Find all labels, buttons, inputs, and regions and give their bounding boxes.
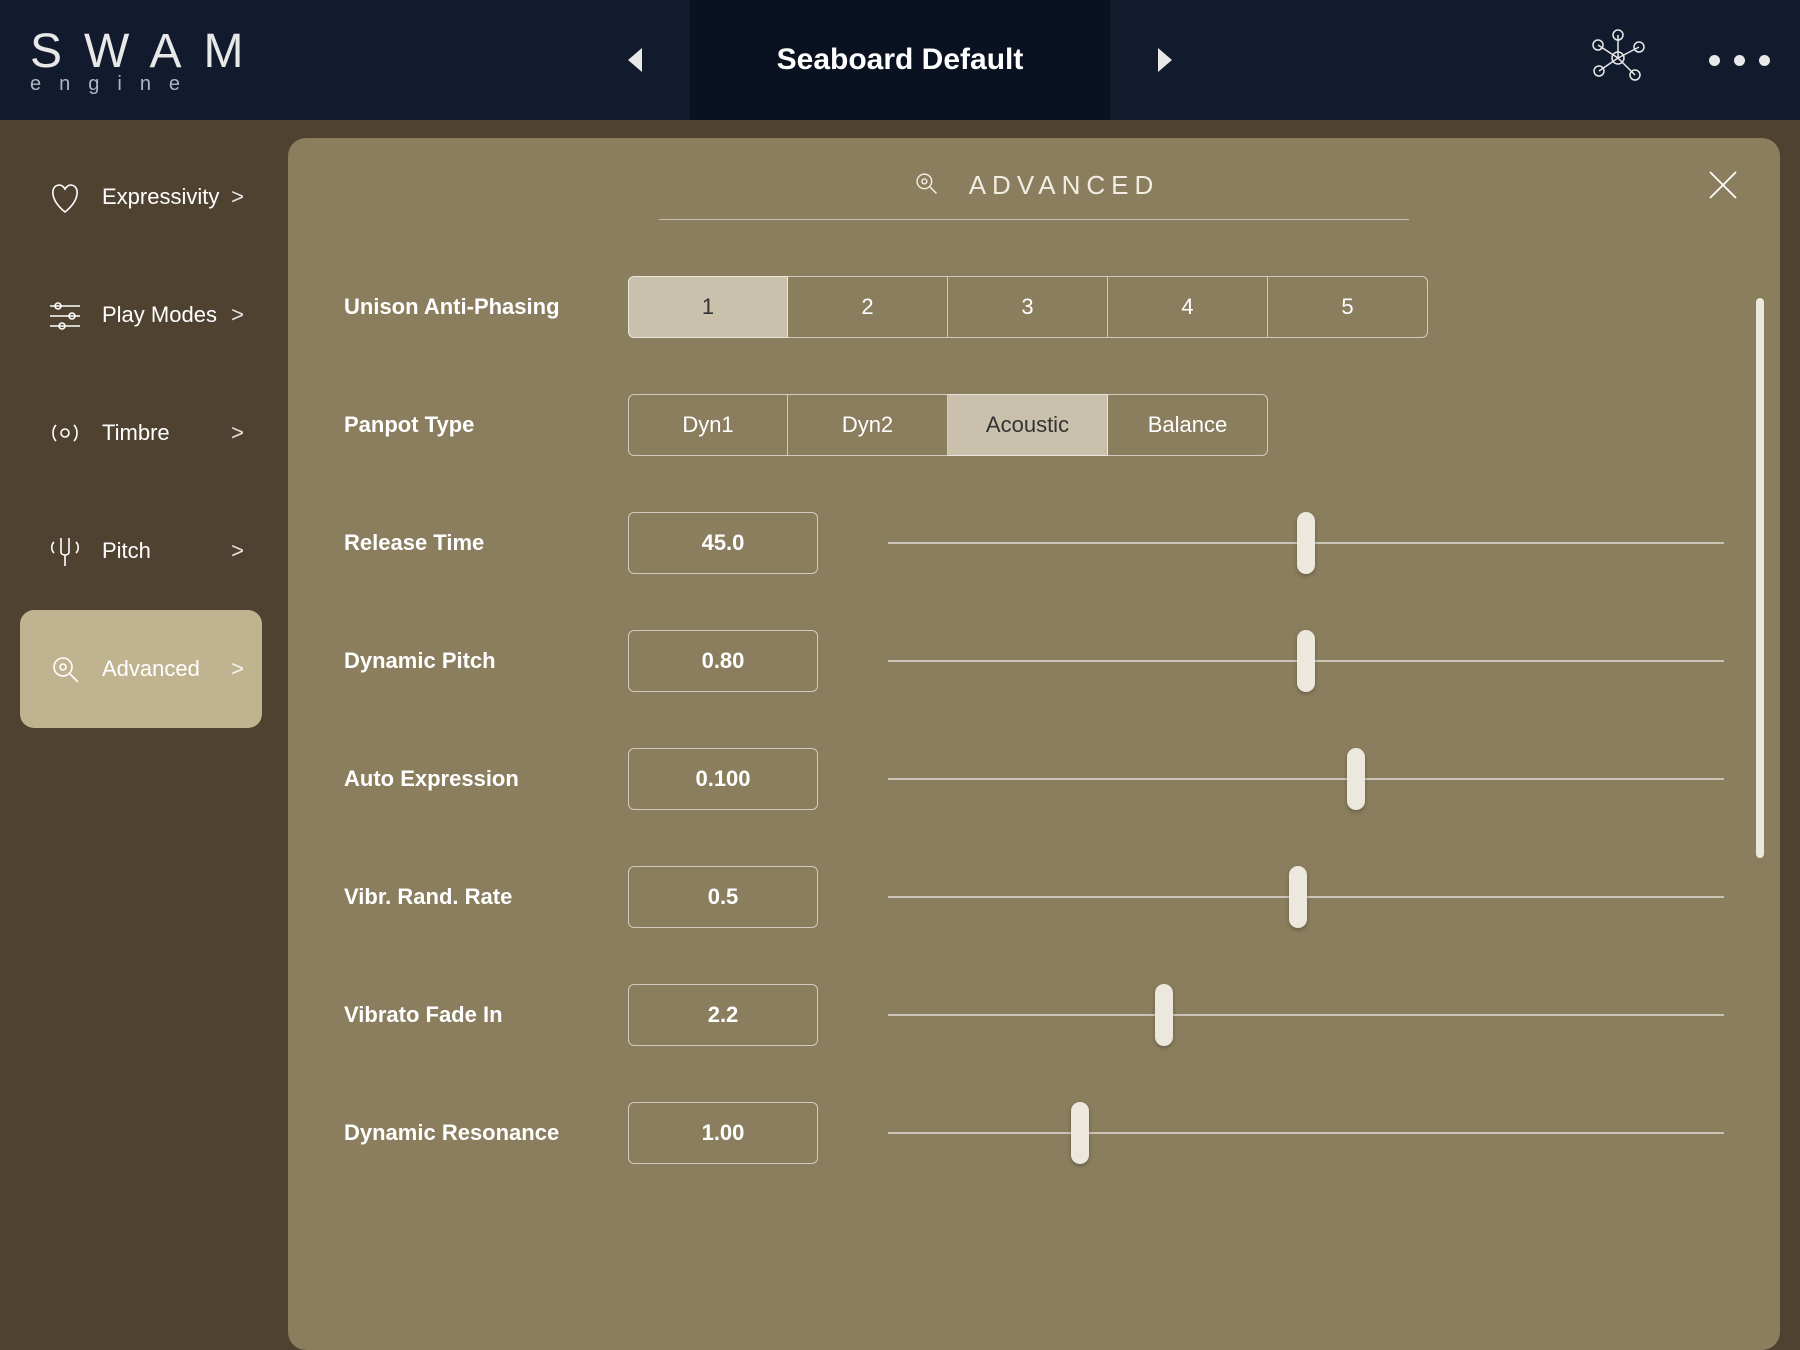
tuning-fork-icon xyxy=(42,528,88,574)
chevron-right-icon: > xyxy=(231,656,244,682)
chevron-right-icon: > xyxy=(231,302,244,328)
row-param: Dynamic Resonance1.00 xyxy=(344,1102,1724,1164)
sidebar-item-timbre[interactable]: Timbre > xyxy=(20,374,262,492)
unison-option-2[interactable]: 2 xyxy=(788,276,948,338)
row-param: Dynamic Pitch0.80 xyxy=(344,630,1724,692)
heart-icon xyxy=(42,174,88,220)
unison-option-3[interactable]: 3 xyxy=(948,276,1108,338)
param-value-box[interactable]: 0.5 xyxy=(628,866,818,928)
sidebar-item-label: Play Modes xyxy=(102,302,231,328)
preset-next-button[interactable] xyxy=(1110,0,1220,120)
chevron-right-icon: > xyxy=(231,538,244,564)
unison-option-5[interactable]: 5 xyxy=(1268,276,1428,338)
row-unison: Unison Anti-Phasing 12345 xyxy=(344,276,1724,338)
slider-thumb[interactable] xyxy=(1071,1102,1089,1164)
param-value-box[interactable]: 1.00 xyxy=(628,1102,818,1164)
slider-thumb[interactable] xyxy=(1297,512,1315,574)
slider-thumb[interactable] xyxy=(1289,866,1307,928)
preset-title[interactable]: Seaboard Default xyxy=(690,0,1110,120)
more-menu-button[interactable] xyxy=(1709,55,1770,66)
unison-option-4[interactable]: 4 xyxy=(1108,276,1268,338)
param-label: Vibr. Rand. Rate xyxy=(344,884,628,910)
row-param: Vibr. Rand. Rate0.5 xyxy=(344,866,1724,928)
sidebar-item-play-modes[interactable]: Play Modes > xyxy=(20,256,262,374)
sidebar-item-advanced[interactable]: Advanced > xyxy=(20,610,262,728)
sidebar-item-label: Pitch xyxy=(102,538,231,564)
param-label: Release Time xyxy=(344,530,628,556)
param-slider[interactable] xyxy=(888,866,1724,928)
top-right-controls xyxy=(1587,27,1770,94)
panpot-option-dyn2[interactable]: Dyn2 xyxy=(788,394,948,456)
param-label: Dynamic Resonance xyxy=(344,1120,628,1146)
row-label: Panpot Type xyxy=(344,412,628,438)
workspace: Expressivity > Play Modes > xyxy=(0,120,1800,1350)
logo-top: SWAM xyxy=(30,24,310,79)
sidebar-item-expressivity[interactable]: Expressivity > xyxy=(20,138,262,256)
panpot-option-balance[interactable]: Balance xyxy=(1108,394,1268,456)
advanced-gear-icon xyxy=(42,646,88,692)
row-panpot: Panpot Type Dyn1Dyn2AcousticBalance xyxy=(344,394,1724,456)
param-value-box[interactable]: 45.0 xyxy=(628,512,818,574)
close-button[interactable] xyxy=(1706,168,1740,207)
timbre-icon xyxy=(42,410,88,456)
slider-thumb[interactable] xyxy=(1155,984,1173,1046)
unison-option-1[interactable]: 1 xyxy=(628,276,788,338)
sidebar-item-label: Advanced xyxy=(102,656,231,682)
top-bar: SWAM engine Seaboard Default xyxy=(0,0,1800,120)
row-param: Release Time45.0 xyxy=(344,512,1724,574)
main-panel: ADVANCED Unison Anti-Phasing 12345 Panpo… xyxy=(288,138,1780,1350)
sidebar-item-label: Timbre xyxy=(102,420,231,446)
param-slider[interactable] xyxy=(888,748,1724,810)
sidebar-item-label: Expressivity xyxy=(102,184,231,210)
param-label: Vibrato Fade In xyxy=(344,1002,628,1028)
row-label: Unison Anti-Phasing xyxy=(344,294,628,320)
slider-thumb[interactable] xyxy=(1297,630,1315,692)
logo-bottom: engine xyxy=(30,73,310,96)
chevron-right-icon: > xyxy=(231,420,244,446)
row-param: Vibrato Fade In2.2 xyxy=(344,984,1724,1046)
param-slider[interactable] xyxy=(888,630,1724,692)
unison-segment: 12345 xyxy=(628,276,1428,338)
preset-bar: Seaboard Default xyxy=(580,0,1220,120)
advanced-gear-icon xyxy=(909,166,943,205)
param-label: Auto Expression xyxy=(344,766,628,792)
row-param: Auto Expression0.100 xyxy=(344,748,1724,810)
sidebar: Expressivity > Play Modes > xyxy=(20,138,262,1350)
param-value-box[interactable]: 2.2 xyxy=(628,984,818,1046)
panel-title: ADVANCED xyxy=(969,170,1160,201)
param-value-box[interactable]: 0.80 xyxy=(628,630,818,692)
slider-thumb[interactable] xyxy=(1347,748,1365,810)
param-slider[interactable] xyxy=(888,512,1724,574)
panpot-segment: Dyn1Dyn2AcousticBalance xyxy=(628,394,1268,456)
panel-divider xyxy=(659,219,1409,220)
midi-routing-icon[interactable] xyxy=(1587,27,1649,94)
panpot-option-dyn1[interactable]: Dyn1 xyxy=(628,394,788,456)
sidebar-item-pitch[interactable]: Pitch > xyxy=(20,492,262,610)
param-slider[interactable] xyxy=(888,1102,1724,1164)
panel-header: ADVANCED xyxy=(344,166,1724,205)
scrollbar[interactable] xyxy=(1756,298,1764,858)
param-slider[interactable] xyxy=(888,984,1724,1046)
preset-prev-button[interactable] xyxy=(580,0,690,120)
sliders-icon xyxy=(42,292,88,338)
panpot-option-acoustic[interactable]: Acoustic xyxy=(948,394,1108,456)
param-label: Dynamic Pitch xyxy=(344,648,628,674)
logo: SWAM engine xyxy=(30,24,310,96)
chevron-right-icon: > xyxy=(231,184,244,210)
param-value-box[interactable]: 0.100 xyxy=(628,748,818,810)
